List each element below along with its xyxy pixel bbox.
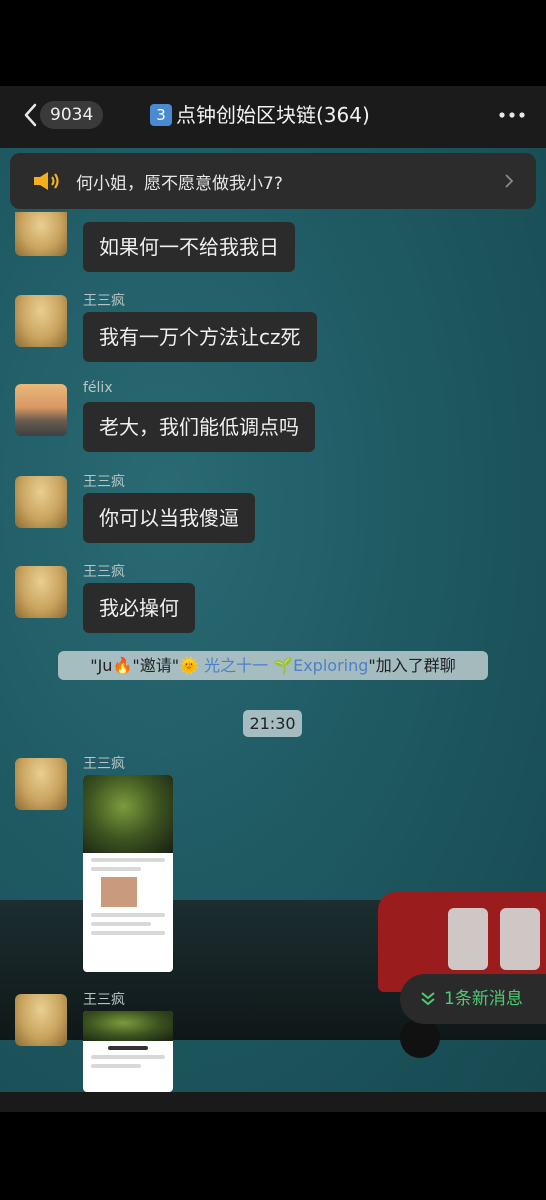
sender-name: 王三疯 xyxy=(83,992,125,1008)
sender-name: 王三疯 xyxy=(83,564,125,580)
chevron-right-icon xyxy=(505,174,514,188)
new-messages-label: 1条新消息 xyxy=(444,989,523,1009)
image-text-line xyxy=(91,922,151,926)
sender-name: 王三疯 xyxy=(83,293,125,309)
avatar[interactable] xyxy=(15,994,67,1046)
avatar[interactable] xyxy=(15,212,67,256)
chat-title: 3 点钟创始区块链(364) xyxy=(150,100,410,130)
input-bar xyxy=(0,1092,546,1112)
message-bubble[interactable]: 我有一万个方法让cz死 xyxy=(83,312,317,362)
speaker-icon xyxy=(34,172,59,190)
avatar[interactable] xyxy=(15,295,67,347)
bottom-bar xyxy=(0,1112,546,1200)
unread-count-badge[interactable]: 9034 xyxy=(40,101,104,129)
message-bubble[interactable]: 我必操何 xyxy=(83,583,195,633)
message-bubble[interactable]: 如果何一不给我我日 xyxy=(83,222,295,272)
new-messages-button[interactable]: 1条新消息 xyxy=(400,974,546,1024)
chevron-left-icon xyxy=(24,103,37,127)
image-photo xyxy=(101,877,137,907)
sender-name: 王三疯 xyxy=(83,474,125,490)
image-text-line xyxy=(108,1046,148,1050)
message-bubble[interactable]: 老大，我们能低调点吗 xyxy=(83,402,315,452)
title-number-emoji: 3 xyxy=(150,104,172,126)
timestamp: 21:30 xyxy=(243,710,302,737)
message-bubble[interactable]: 你可以当我傻逼 xyxy=(83,493,255,543)
sender-name: 王三疯 xyxy=(83,756,125,772)
more-dots-icon xyxy=(499,112,525,118)
image-text-line xyxy=(91,1064,141,1068)
image-text-line xyxy=(91,867,141,871)
announcement-text: 何小姐，愿不愿意做我小7? xyxy=(76,174,283,194)
group-announcement[interactable]: 何小姐，愿不愿意做我小7? xyxy=(10,153,536,209)
wallpaper-car-window xyxy=(500,908,540,970)
image-thumbnail-top xyxy=(83,775,173,853)
system-join-message: "Ju🔥"邀请"🌞 光之十一 🌱Exploring"加入了群聊 xyxy=(58,651,488,680)
wallpaper-car-window xyxy=(448,908,488,970)
wallpaper-car-wheel xyxy=(400,1018,440,1058)
more-options-button[interactable] xyxy=(494,102,530,128)
image-message[interactable] xyxy=(83,775,173,972)
avatar[interactable] xyxy=(15,384,67,436)
avatar[interactable] xyxy=(15,476,67,528)
image-text-line xyxy=(91,931,165,935)
double-chevron-down-icon xyxy=(421,992,435,1006)
image-text-line xyxy=(91,858,165,862)
image-text-line xyxy=(91,913,165,917)
avatar[interactable] xyxy=(15,566,67,618)
avatar[interactable] xyxy=(15,758,67,810)
image-thumbnail-top xyxy=(83,1011,173,1041)
chat-title-text: 点钟创始区块链(364) xyxy=(176,103,370,127)
system-invitee[interactable]: 光之十一 🌱Exploring xyxy=(204,656,368,675)
system-action: "加入了群聊 xyxy=(368,656,456,675)
system-inviter: "Ju🔥"邀请"🌞 xyxy=(90,656,205,675)
status-bar xyxy=(0,0,546,86)
image-message[interactable] xyxy=(83,1011,173,1092)
image-text-line xyxy=(91,1055,165,1059)
sender-name: félix xyxy=(83,380,113,396)
